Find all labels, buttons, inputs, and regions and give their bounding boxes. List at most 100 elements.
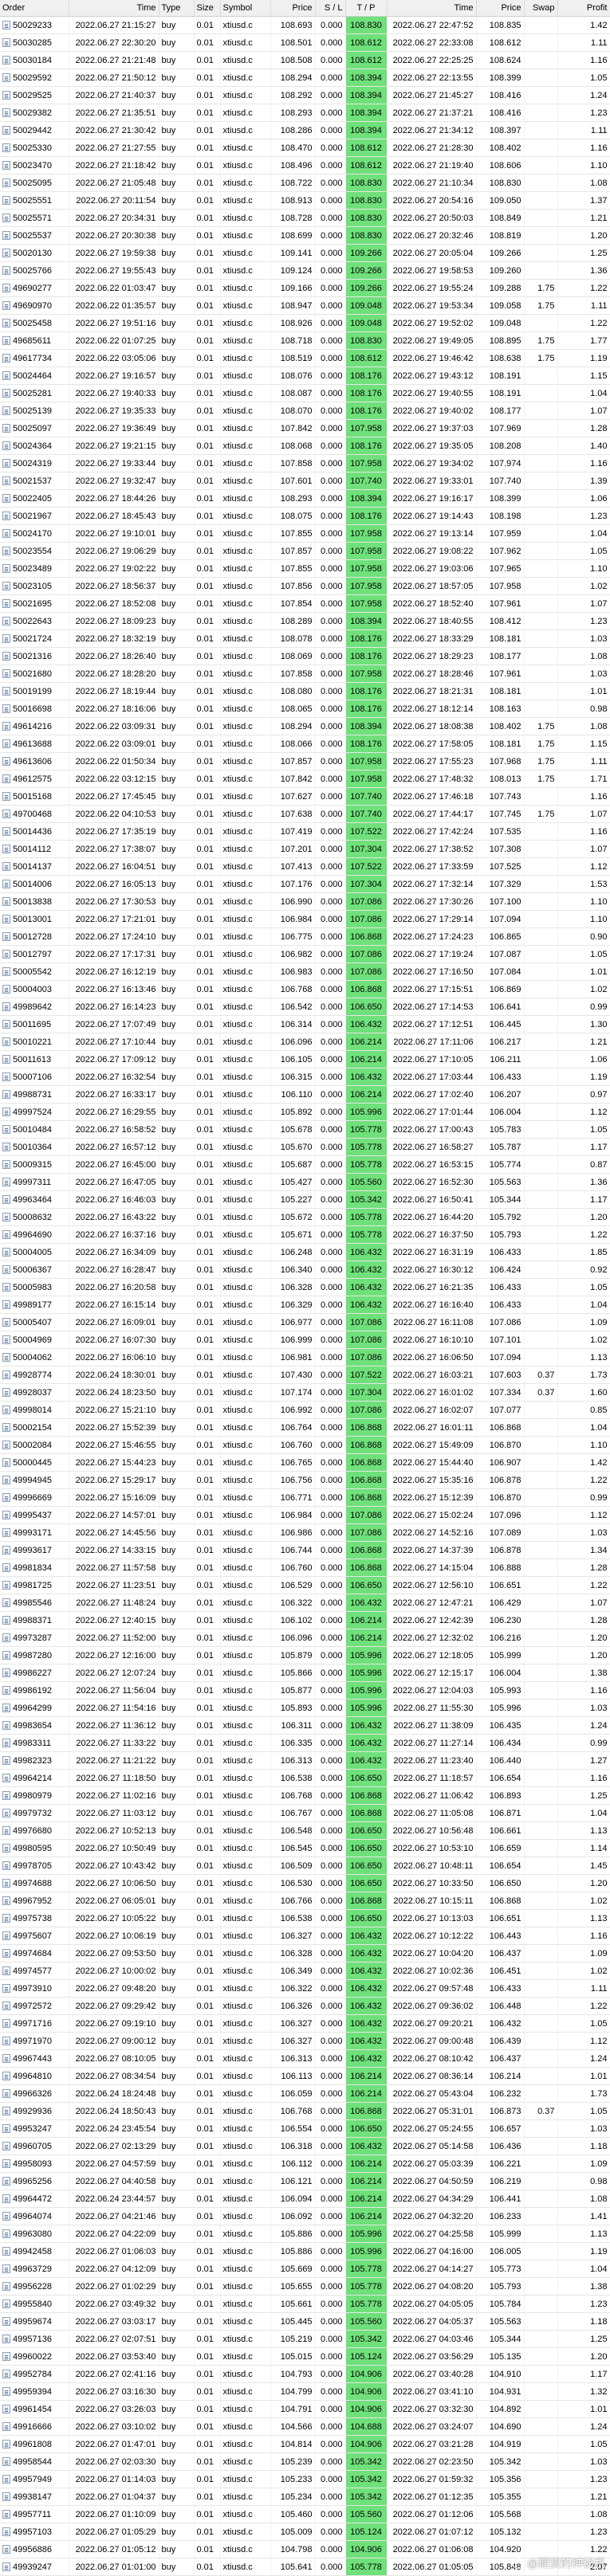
table-row[interactable]: 50025095 2022.06.27 21:05:48 buy 0.01 xtiusd… [0, 174, 610, 192]
table-row[interactable]: 50024464 2022.06.27 19:16:57 buy 0.01 xtiusd… [0, 367, 610, 385]
table-row[interactable]: 49985546 2022.06.27 11:48:24 buy 0.01 xtiusd… [0, 1594, 610, 1612]
table-row[interactable]: 49959674 2022.06.27 03:03:17 buy 0.01 xtiusd… [0, 2312, 610, 2331]
table-row[interactable]: 50029592 2022.06.27 21:50:12 buy 0.01 xtiusd… [0, 69, 610, 87]
column-header-symbol[interactable]: Symbol [220, 0, 271, 17]
table-row[interactable]: 49987280 2022.06.27 12:16:00 buy 0.01 xtiusd… [0, 1646, 610, 1664]
table-row[interactable]: 50021537 2022.06.27 19:32:47 buy 0.01 xtiusd… [0, 472, 610, 490]
table-row[interactable]: 50030285 2022.06.27 22:30:20 buy 0.01 xtiusd… [0, 33, 610, 52]
column-header-type[interactable]: Type [159, 0, 195, 17]
table-row[interactable]: 49617734 2022.06.22 03:05:06 buy 0.01 xtiusd… [0, 349, 610, 367]
table-row[interactable]: 49980979 2022.06.27 11:02:16 buy 0.01 xtiusd… [0, 1786, 610, 1805]
table-row[interactable]: 50021680 2022.06.27 18:28:20 buy 0.01 xtiusd… [0, 665, 610, 683]
table-row[interactable]: 49958093 2022.06.27 04:57:59 buy 0.01 xtiusd… [0, 2155, 610, 2173]
table-row[interactable]: 50002084 2022.06.27 15:46:55 buy 0.01 xtiusd… [0, 1436, 610, 1454]
table-row[interactable]: 50011695 2022.06.27 17:07:49 buy 0.01 xtiusd… [0, 1015, 610, 1033]
table-row[interactable]: 49974688 2022.06.27 10:06:50 buy 0.01 xtiusd… [0, 1874, 610, 1892]
table-row[interactable]: 50025458 2022.06.27 19:51:16 buy 0.01 xtiusd… [0, 314, 610, 332]
table-row[interactable]: 50012797 2022.06.27 17:17:31 buy 0.01 xtiusd… [0, 945, 610, 963]
table-row[interactable]: 49961454 2022.06.27 03:26:03 buy 0.01 xtiusd… [0, 2400, 610, 2418]
table-row[interactable]: 49614216 2022.06.22 03:09:31 buy 0.01 xtiusd… [0, 717, 610, 735]
table-row[interactable]: 50014137 2022.06.27 16:04:51 buy 0.01 xtiusd… [0, 857, 610, 876]
table-row[interactable]: 50005407 2022.06.27 16:09:01 buy 0.01 xtiusd… [0, 1313, 610, 1331]
table-row[interactable]: 49958544 2022.06.27 02:03:30 buy 0.01 xtiusd… [0, 2452, 610, 2471]
table-row[interactable]: 49955840 2022.06.27 03:49:32 buy 0.01 xtiusd… [0, 2295, 610, 2313]
table-row[interactable]: 50029233 2022.06.27 21:15:27 buy 0.01 xtiusd… [0, 16, 610, 34]
table-row[interactable]: 50030184 2022.06.27 21:21:48 buy 0.01 xtiusd… [0, 51, 610, 69]
table-row[interactable]: 49989642 2022.06.27 16:14:23 buy 0.01 xtiusd… [0, 998, 610, 1016]
table-row[interactable]: 50023105 2022.06.27 18:56:37 buy 0.01 xtiusd… [0, 577, 610, 595]
table-row[interactable]: 50024319 2022.06.27 19:33:44 buy 0.01 xtiusd… [0, 454, 610, 472]
table-row[interactable]: 49973287 2022.06.27 11:52:00 buy 0.01 xtiusd… [0, 1629, 610, 1647]
table-row[interactable]: 50016698 2022.06.27 18:16:06 buy 0.01 xtiusd… [0, 700, 610, 718]
table-row[interactable]: 49975607 2022.06.27 10:06:19 buy 0.01 xtiusd… [0, 1927, 610, 1945]
column-header-close-price[interactable]: Price [476, 0, 525, 17]
table-row[interactable]: 49956228 2022.06.27 01:02:29 buy 0.01 xtiusd… [0, 2277, 610, 2296]
table-row[interactable]: 49916666 2022.06.27 03:10:02 buy 0.01 xtiusd… [0, 2417, 610, 2436]
table-row[interactable]: 49981725 2022.06.27 11:23:51 buy 0.01 xtiusd… [0, 1576, 610, 1594]
table-row[interactable]: 50004005 2022.06.27 16:34:09 buy 0.01 xtiusd… [0, 1243, 610, 1261]
column-header-close-time[interactable]: Time [387, 0, 477, 17]
table-row[interactable]: 49975738 2022.06.27 10:05:22 buy 0.01 xtiusd… [0, 1909, 610, 1927]
table-row[interactable]: 49976680 2022.06.27 10:52:13 buy 0.01 xtiusd… [0, 1821, 610, 1840]
table-row[interactable]: 49983654 2022.06.27 11:36:12 buy 0.01 xtiusd… [0, 1716, 610, 1735]
table-row[interactable]: 49964214 2022.06.27 11:18:50 buy 0.01 xtiusd… [0, 1769, 610, 1787]
table-row[interactable]: 49700468 2022.06.22 04:10:53 buy 0.01 xtiusd… [0, 805, 610, 823]
table-row[interactable]: 49966326 2022.06.24 18:24:48 buy 0.01 xtiusd… [0, 2084, 610, 2103]
table-row[interactable]: 50008632 2022.06.27 16:43:22 buy 0.01 xtiusd… [0, 1208, 610, 1226]
table-row[interactable]: 49960022 2022.06.27 03:53:40 buy 0.01 xtiusd… [0, 2347, 610, 2366]
table-row[interactable]: 50025571 2022.06.27 20:34:31 buy 0.01 xtiusd… [0, 209, 610, 227]
table-row[interactable]: 50014112 2022.06.27 17:38:07 buy 0.01 xtiusd… [0, 840, 610, 858]
table-row[interactable]: 49957103 2022.06.27 01:05:29 buy 0.01 xtiusd… [0, 2523, 610, 2541]
table-row[interactable]: 49967952 2022.06.27 06:05:01 buy 0.01 xtiusd… [0, 1892, 610, 1910]
table-row[interactable]: 50025097 2022.06.27 19:36:49 buy 0.01 xtiusd… [0, 419, 610, 437]
table-row[interactable]: 50024364 2022.06.27 19:21:15 buy 0.01 xtiusd… [0, 437, 610, 455]
table-row[interactable]: 49961808 2022.06.27 01:47:01 buy 0.01 xtiusd… [0, 2435, 610, 2453]
table-row[interactable]: 49974684 2022.06.27 09:53:50 buy 0.01 xtiusd… [0, 1944, 610, 1962]
table-row[interactable]: 50025281 2022.06.27 19:40:33 buy 0.01 xtiusd… [0, 384, 610, 402]
table-row[interactable]: 49971716 2022.06.27 09:19:10 buy 0.01 xtiusd… [0, 2014, 610, 2033]
column-header-stop-loss[interactable]: S / L [315, 0, 346, 17]
table-row[interactable]: 50021724 2022.06.27 18:32:19 buy 0.01 xtiusd… [0, 629, 610, 648]
table-row[interactable]: 49690970 2022.06.22 01:35:57 buy 0.01 xtiusd… [0, 296, 610, 315]
column-header-profit[interactable]: Profit [557, 0, 610, 17]
table-row[interactable]: 50004003 2022.06.27 16:13:46 buy 0.01 xtiusd… [0, 980, 610, 998]
table-row[interactable]: 50022405 2022.06.27 18:44:26 buy 0.01 xtiusd… [0, 489, 610, 508]
table-row[interactable]: 49613606 2022.06.22 01:50:34 buy 0.01 xtiusd… [0, 752, 610, 770]
table-row[interactable]: 49960705 2022.06.27 02:13:29 buy 0.01 xtiusd… [0, 2137, 610, 2155]
table-row[interactable]: 50025551 2022.06.27 20:11:54 buy 0.01 xtiusd… [0, 191, 610, 210]
table-row[interactable]: 49959394 2022.06.27 03:16:30 buy 0.01 xtiusd… [0, 2382, 610, 2401]
column-header-swap[interactable]: Swap [524, 0, 558, 17]
table-row[interactable]: 49980595 2022.06.27 10:50:49 buy 0.01 xtiusd… [0, 1839, 610, 1857]
table-row[interactable]: 50007106 2022.06.27 16:32:54 buy 0.01 xtiusd… [0, 1068, 610, 1086]
table-row[interactable]: 49995437 2022.06.27 14:57:01 buy 0.01 xtiusd… [0, 1506, 610, 1524]
column-header-size[interactable]: Size [194, 0, 221, 17]
table-row[interactable]: 49929936 2022.06.24 18:50:43 buy 0.01 xtiusd… [0, 2102, 610, 2120]
table-row[interactable]: 50004062 2022.06.27 16:06:10 buy 0.01 xtiusd… [0, 1348, 610, 1366]
table-row[interactable]: 49996669 2022.06.27 15:16:09 buy 0.01 xtiusd… [0, 1488, 610, 1507]
table-row[interactable]: 49982323 2022.06.27 11:21:22 buy 0.01 xtiusd… [0, 1751, 610, 1770]
table-row[interactable]: 49989177 2022.06.27 16:15:14 buy 0.01 xtiusd… [0, 1296, 610, 1314]
table-row[interactable]: 49964074 2022.06.27 04:21:46 buy 0.01 xtiusd… [0, 2207, 610, 2225]
table-row[interactable]: 49993617 2022.06.27 14:33:15 buy 0.01 xtiusd… [0, 1541, 610, 1559]
table-row[interactable]: 49964299 2022.06.27 11:54:16 buy 0.01 xtiusd… [0, 1699, 610, 1717]
table-row[interactable]: 50006367 2022.06.27 16:28:47 buy 0.01 xtiusd… [0, 1261, 610, 1279]
table-row[interactable]: 49967443 2022.06.27 08:10:05 buy 0.01 xtiusd… [0, 2049, 610, 2068]
table-row[interactable]: 49994945 2022.06.27 15:29:17 buy 0.01 xtiusd… [0, 1471, 610, 1489]
table-row[interactable]: 50010364 2022.06.27 16:57:12 buy 0.01 xtiusd… [0, 1138, 610, 1156]
table-row[interactable]: 50024170 2022.06.27 19:10:01 buy 0.01 xtiusd… [0, 524, 610, 543]
table-row[interactable]: 49973910 2022.06.27 09:48:20 buy 0.01 xtiusd… [0, 1979, 610, 1998]
table-row[interactable]: 49979732 2022.06.27 11:03:12 buy 0.01 xtiusd… [0, 1804, 610, 1822]
table-row[interactable]: 49957711 2022.06.27 01:10:09 buy 0.01 xtiusd… [0, 2505, 610, 2523]
table-row[interactable]: 50005542 2022.06.27 16:12:19 buy 0.01 xtiusd… [0, 963, 610, 981]
table-row[interactable]: 49972572 2022.06.27 09:29:42 buy 0.01 xtiusd… [0, 1997, 610, 2015]
table-row[interactable]: 49964472 2022.06.24 23:44:57 buy 0.01 xtiusd… [0, 2190, 610, 2208]
table-row[interactable]: 49963464 2022.06.27 16:46:03 buy 0.01 xtiusd… [0, 1190, 610, 1209]
table-row[interactable]: 50025139 2022.06.27 19:35:33 buy 0.01 xtiusd… [0, 402, 610, 420]
table-row[interactable]: 50013001 2022.06.27 17:21:01 buy 0.01 xtiusd… [0, 910, 610, 928]
table-row[interactable]: 49965256 2022.06.27 04:40:58 buy 0.01 xtiusd… [0, 2172, 610, 2190]
table-row[interactable]: 49997311 2022.06.27 16:47:05 buy 0.01 xtiusd… [0, 1173, 610, 1191]
column-header-order[interactable]: Order [0, 0, 69, 17]
table-row[interactable]: 49981834 2022.06.27 11:57:58 buy 0.01 xtiusd… [0, 1559, 610, 1577]
table-row[interactable]: 49974577 2022.06.27 10:00:02 buy 0.01 xtiusd… [0, 1962, 610, 1980]
table-row[interactable]: 50022643 2022.06.27 18:09:23 buy 0.01 xtiusd… [0, 612, 610, 630]
